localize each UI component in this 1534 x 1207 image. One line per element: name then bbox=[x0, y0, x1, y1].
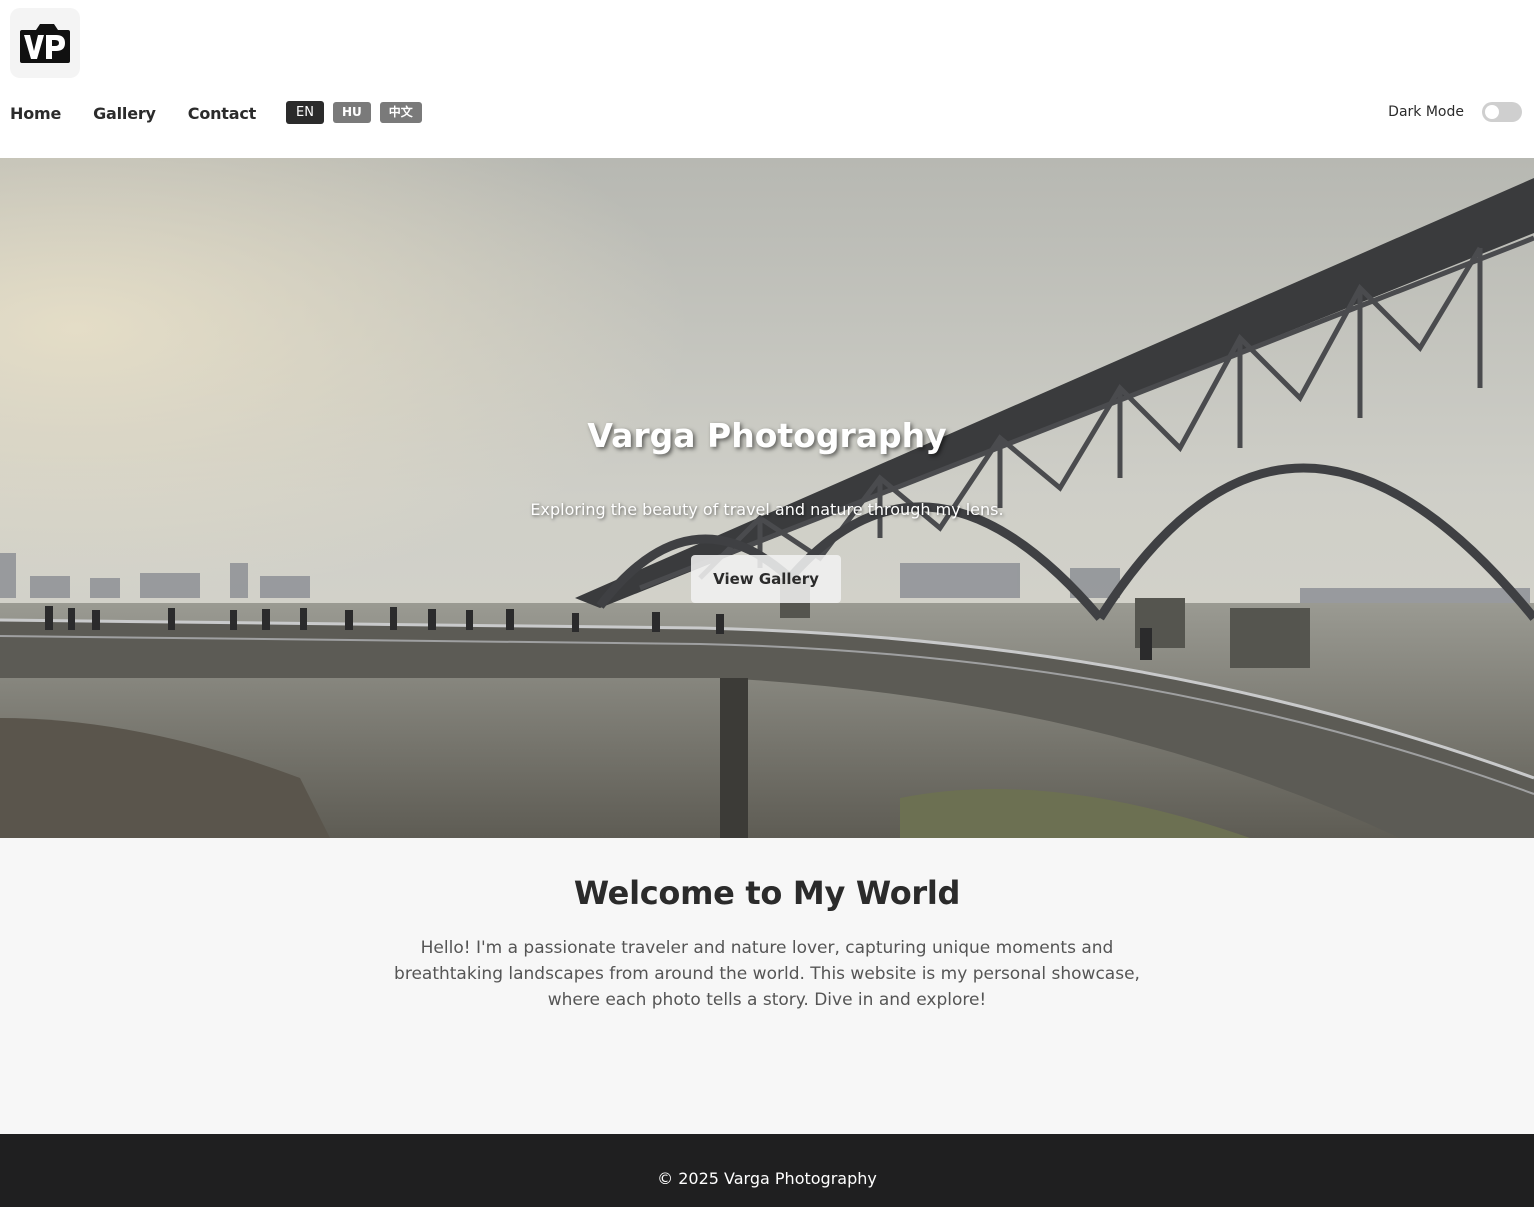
welcome-title: Welcome to My World bbox=[573, 874, 961, 912]
lang-en-button[interactable]: EN bbox=[286, 101, 324, 124]
welcome-text: Hello! I'm a passionate traveler and nat… bbox=[394, 938, 1140, 1010]
site-logo[interactable] bbox=[10, 8, 80, 78]
hero-subtitle: Exploring the beauty of travel and natur… bbox=[530, 500, 1004, 519]
lang-hu-button[interactable]: HU bbox=[332, 102, 371, 123]
hero-bridge-image bbox=[0, 158, 1534, 838]
toggle-knob bbox=[1485, 105, 1499, 119]
welcome-section: Welcome to My World Hello! I'm a passion… bbox=[0, 838, 1534, 1134]
nav-gallery-link[interactable]: Gallery bbox=[93, 104, 156, 123]
dark-mode-control: Dark Mode bbox=[1388, 102, 1522, 122]
nav-home-link[interactable]: Home bbox=[10, 104, 61, 123]
site-footer: © 2025 Varga Photography bbox=[0, 1134, 1534, 1207]
camera-logo-icon bbox=[20, 24, 70, 63]
view-gallery-button[interactable]: View Gallery bbox=[691, 555, 841, 603]
footer-copyright: © 2025 Varga Photography bbox=[657, 1169, 877, 1188]
hero-section: Varga Photography Exploring the beauty o… bbox=[0, 158, 1534, 838]
language-switcher: EN HU 中文 bbox=[286, 101, 431, 124]
dark-mode-label: Dark Mode bbox=[1388, 104, 1464, 120]
lang-zh-button[interactable]: 中文 bbox=[379, 102, 422, 123]
site-header: Home Gallery Contact EN HU 中文 Dark Mode bbox=[0, 0, 1534, 158]
nav-contact-link[interactable]: Contact bbox=[188, 104, 257, 123]
main-nav: Home Gallery Contact bbox=[10, 101, 288, 125]
hero-title: Varga Photography bbox=[587, 416, 947, 455]
dark-mode-toggle[interactable] bbox=[1482, 102, 1522, 122]
